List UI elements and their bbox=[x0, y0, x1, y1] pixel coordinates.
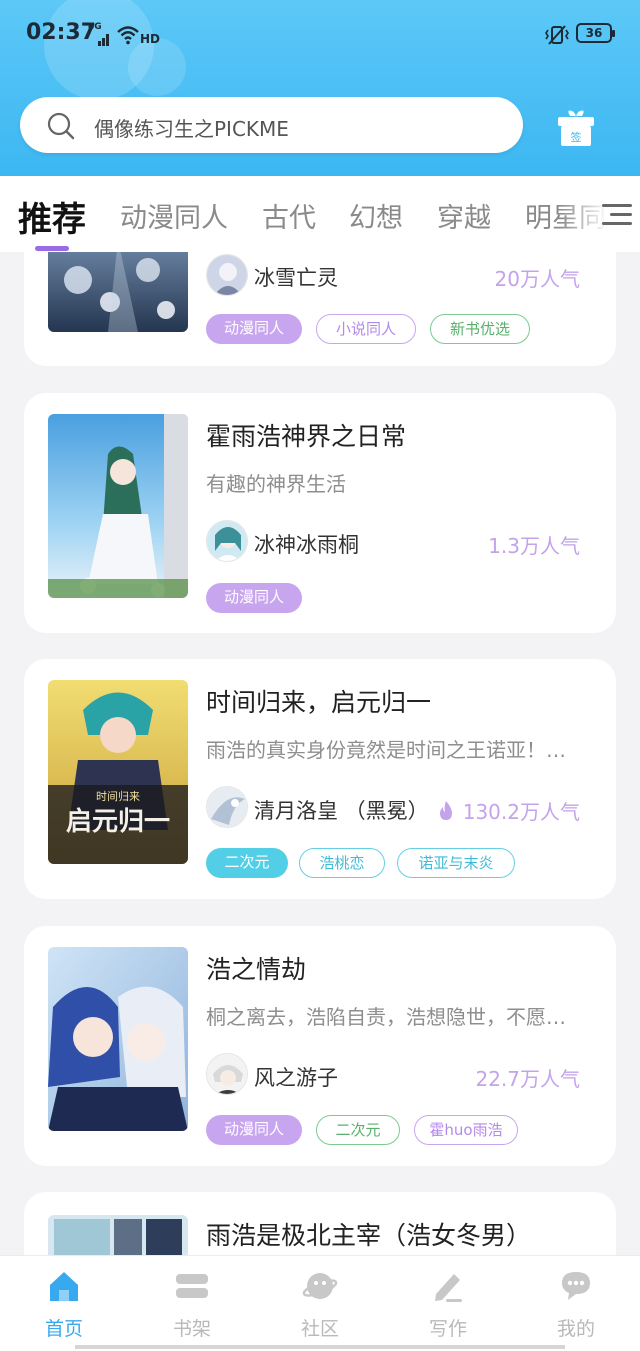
book-title: 雨浩是极北主宰（浩女冬男） bbox=[206, 1221, 532, 1250]
book-card[interactable]: 雨浩是极北主宰（浩女冬男） bbox=[24, 1192, 616, 1255]
search-placeholder: 偶像练习生之PICKME bbox=[94, 117, 289, 141]
nav-community[interactable]: 社区 bbox=[280, 1268, 360, 1344]
category-tabs: 推荐 动漫同人 古代 幻想 穿越 明星同 bbox=[0, 176, 640, 252]
book-description: 雨浩的真实身份竟然是时间之王诺亚！… bbox=[206, 738, 566, 762]
tab-anime-fanfic[interactable]: 动漫同人 bbox=[120, 196, 228, 235]
book-cover bbox=[48, 414, 188, 598]
cover-title: 启元归一 bbox=[66, 806, 170, 837]
nav-home[interactable]: 首页 bbox=[24, 1268, 104, 1344]
book-title: 浩之情劫 bbox=[206, 955, 307, 984]
book-list: 冰雪亡灵 20万人气 动漫同人 小说同人 新书优选 霍雨浩神界之日常 有趣的神界… bbox=[0, 252, 640, 1255]
book-card[interactable]: 浩之情劫 桐之离去，浩陷自责，浩想隐世，不愿… 风之游子 22.7万人气 动漫同… bbox=[24, 926, 616, 1166]
book-cover bbox=[48, 252, 188, 332]
popularity-count: 1.3万人气 bbox=[488, 534, 580, 558]
popularity-count: 20万人气 bbox=[494, 267, 580, 291]
author-avatar bbox=[206, 254, 248, 296]
fire-icon bbox=[439, 801, 452, 820]
category-menu-icon[interactable] bbox=[600, 200, 634, 230]
nav-bookshelf-label: 书架 bbox=[172, 1318, 211, 1340]
tab-ancient[interactable]: 古代 bbox=[262, 196, 316, 235]
book-card[interactable]: 冰雪亡灵 20万人气 动漫同人 小说同人 新书优选 bbox=[24, 252, 616, 366]
search-icon bbox=[47, 112, 75, 140]
book-tag[interactable]: 二次元 bbox=[206, 848, 288, 878]
signal-icon bbox=[90, 32, 110, 46]
popularity-count: 22.7万人气 bbox=[475, 1067, 580, 1091]
search-bar[interactable]: 偶像练习生之PICKME bbox=[20, 97, 523, 153]
book-tag[interactable]: 诺亚与末炎 bbox=[397, 848, 515, 878]
nav-profile[interactable]: 我的 bbox=[536, 1268, 616, 1344]
popularity-count: 130.2万人气 bbox=[437, 796, 580, 825]
book-tag[interactable]: 动漫同人 bbox=[206, 583, 302, 613]
author-name: 风之游子 bbox=[254, 1066, 338, 1090]
tab-fantasy[interactable]: 幻想 bbox=[349, 196, 403, 235]
cover-subtitle: 时间归来 bbox=[96, 789, 140, 803]
book-tag[interactable]: 动漫同人 bbox=[206, 314, 302, 344]
nav-write-label: 写作 bbox=[428, 1318, 467, 1340]
book-title: 时间归来，启元归一 bbox=[206, 688, 432, 717]
book-title: 霍雨浩神界之日常 bbox=[206, 422, 407, 451]
book-tag[interactable]: 浩桃恋 bbox=[299, 848, 385, 878]
gift-checkin-label: 签 bbox=[571, 130, 582, 144]
nav-write[interactable]: 写作 bbox=[408, 1268, 488, 1344]
active-tab-indicator bbox=[35, 246, 69, 251]
community-planet-icon bbox=[302, 1273, 338, 1299]
author-name: 冰雪亡灵 bbox=[254, 266, 338, 290]
nav-profile-label: 我的 bbox=[556, 1318, 595, 1340]
book-cover bbox=[48, 1215, 188, 1255]
app-header: 02:37 4G HD 36 偶像练习生之PICKME 签 bbox=[0, 0, 640, 176]
gift-checkin-icon[interactable]: 签 bbox=[556, 108, 596, 148]
nav-bookshelf[interactable]: 书架 bbox=[152, 1268, 232, 1344]
bottom-navigation: 首页 书架 社区 写作 我的 bbox=[0, 1255, 640, 1351]
book-description: 有趣的神界生活 bbox=[206, 472, 346, 496]
status-time: 02:37 bbox=[26, 20, 97, 45]
bookshelf-icon bbox=[176, 1274, 208, 1298]
nav-community-label: 社区 bbox=[300, 1318, 339, 1340]
nav-home-label: 首页 bbox=[44, 1318, 83, 1340]
network-type: 4G bbox=[88, 22, 102, 32]
author-avatar bbox=[206, 520, 248, 562]
home-indicator-bar[interactable] bbox=[75, 1345, 565, 1349]
book-tag[interactable]: 霍huo雨浩 bbox=[414, 1115, 518, 1145]
book-tag[interactable]: 新书优选 bbox=[430, 314, 530, 344]
book-card[interactable]: 时间归来 启元归一 时间归来，启元归一 雨浩的真实身份竟然是时间之王诺亚！… 清… bbox=[24, 659, 616, 899]
battery-indicator: 36 bbox=[576, 23, 615, 43]
status-bar: 02:37 4G HD 36 bbox=[0, 14, 640, 54]
profile-chat-icon bbox=[562, 1272, 590, 1300]
vibrate-mode-icon bbox=[545, 25, 569, 45]
book-description: 桐之离去，浩陷自责，浩想隐世，不愿… bbox=[206, 1005, 566, 1029]
book-card[interactable]: 霍雨浩神界之日常 有趣的神界生活 冰神冰雨桐 1.3万人气 动漫同人 bbox=[24, 393, 616, 633]
book-tag[interactable]: 二次元 bbox=[316, 1115, 400, 1145]
author-name: 清月洛皇 （黑冕） bbox=[254, 799, 429, 823]
wifi-icon bbox=[117, 26, 139, 45]
book-cover: 时间归来 启元归一 bbox=[48, 680, 188, 864]
author-avatar bbox=[206, 786, 248, 828]
book-cover bbox=[48, 947, 188, 1131]
pen-icon bbox=[435, 1274, 462, 1302]
hd-indicator: HD bbox=[140, 32, 161, 46]
home-icon bbox=[50, 1272, 78, 1301]
author-avatar bbox=[206, 1053, 248, 1095]
book-tag[interactable]: 小说同人 bbox=[316, 314, 416, 344]
popularity-value: 130.2万人气 bbox=[462, 800, 580, 824]
author-name: 冰神冰雨桐 bbox=[254, 533, 359, 557]
tab-time-travel[interactable]: 穿越 bbox=[437, 196, 491, 235]
book-tag[interactable]: 动漫同人 bbox=[206, 1115, 302, 1145]
tab-recommend[interactable]: 推荐 bbox=[18, 192, 86, 241]
